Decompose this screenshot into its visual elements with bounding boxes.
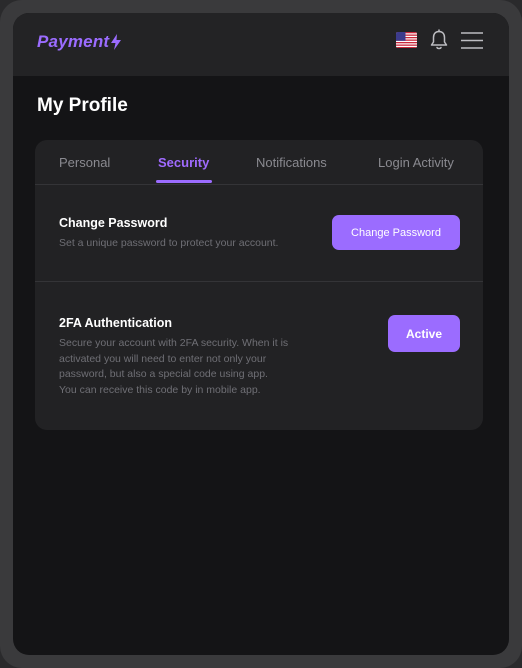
two-factor-title: 2FA Authentication [59, 316, 172, 330]
bell-icon[interactable] [429, 29, 449, 51]
tab-personal[interactable]: Personal [59, 155, 110, 170]
app-screen: Payment My Profile Personal Security Not… [13, 13, 509, 655]
tab-security[interactable]: Security [158, 155, 209, 170]
tab-notifications[interactable]: Notifications [256, 155, 327, 170]
profile-tabs: Personal Security Notifications Login Ac… [35, 140, 483, 185]
two-factor-description-line: You can receive this code by in mobile a… [59, 383, 261, 396]
change-password-description: Set a unique password to protect your ac… [59, 237, 279, 249]
two-factor-description-line: Secure your account with 2FA security. W… [59, 337, 289, 349]
two-factor-description: Secure your account with 2FA security. W… [59, 336, 319, 398]
device-frame: Payment My Profile Personal Security Not… [0, 0, 522, 668]
tab-login-activity[interactable]: Login Activity [378, 155, 454, 170]
brand-name: Payment [37, 32, 110, 51]
top-bar: Payment [13, 13, 509, 76]
active-tab-indicator [156, 180, 212, 183]
brand-logo[interactable]: Payment [37, 32, 122, 52]
change-password-title: Change Password [59, 216, 168, 230]
section-divider [35, 281, 483, 282]
change-password-button[interactable]: Change Password [332, 215, 460, 250]
two-factor-active-button[interactable]: Active [388, 315, 460, 352]
lightning-icon [111, 34, 122, 50]
hamburger-menu-icon[interactable] [461, 32, 483, 49]
page-title: My Profile [37, 95, 128, 116]
profile-card: Personal Security Notifications Login Ac… [35, 140, 483, 430]
two-factor-description-line: password, but also a special code using … [59, 368, 268, 380]
us-flag-icon[interactable] [396, 32, 417, 48]
two-factor-description-line: activated you will need to enter not onl… [59, 352, 267, 365]
